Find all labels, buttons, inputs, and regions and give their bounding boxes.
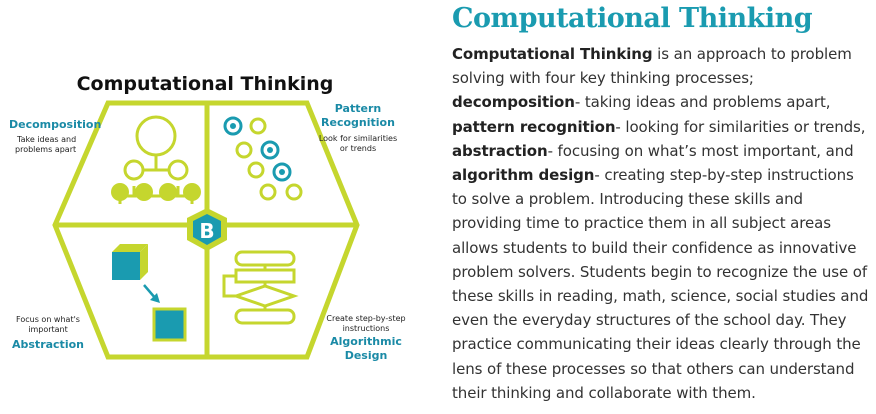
pattern-heading-line1: Pattern (335, 102, 381, 115)
abstraction-desc-line1: Focus on what's (16, 315, 80, 324)
pattern-desc-line1: Look for similarities (319, 134, 397, 143)
algorithm-flowchart-icon (222, 250, 299, 325)
text-segment: - focusing on what’s most important, and (547, 141, 854, 160)
abstraction-cube-icon (112, 244, 187, 342)
algorithm-desc-line1: Create step-by-step (326, 314, 405, 323)
term-computational-thinking: Computational Thinking (452, 45, 653, 63)
article-paragraph: Computational Thinking is an approach to… (452, 42, 872, 405)
article: Computational Thinking Computational Thi… (452, 0, 872, 405)
decomposition-tree-icon (111, 115, 201, 204)
computational-thinking-diagram: Computational Thinking B Decomposition T… (0, 0, 440, 409)
diagram-svg: Computational Thinking B Decomposition T… (9, 73, 406, 362)
text-segment: - looking for similarities or trends, (615, 117, 866, 136)
term-abstraction: abstraction (452, 141, 548, 160)
decomposition-desc-line2: problems apart (15, 145, 76, 154)
term-pattern-recognition: pattern recognition (452, 117, 616, 136)
abstraction-desc-line2: important (28, 325, 68, 334)
text-segment: - creating step-by-step instructions to … (452, 166, 869, 402)
pattern-desc-line2: or trends (340, 144, 376, 153)
diagram-title: Computational Thinking (77, 73, 334, 95)
abstraction-heading: Abstraction (12, 338, 84, 351)
term-algorithm-design: algorithm design (452, 166, 595, 185)
text-segment: - taking ideas and problems apart, (574, 93, 831, 112)
center-badge-letter: B (199, 219, 214, 243)
center-badge: B (187, 208, 227, 251)
term-decomposition: decomposition (452, 93, 575, 112)
decomposition-desc-line1: Take ideas and (16, 135, 76, 144)
article-title: Computational Thinking (452, 3, 813, 34)
pattern-heading-line2: Recognition (321, 116, 395, 129)
pattern-recognition-icon (223, 116, 303, 201)
algorithm-heading-line2: Design (345, 349, 388, 362)
decomposition-heading: Decomposition (9, 118, 101, 131)
algorithm-heading-line1: Algorithmic (330, 335, 402, 348)
algorithm-desc-line2: instructions (343, 324, 390, 333)
